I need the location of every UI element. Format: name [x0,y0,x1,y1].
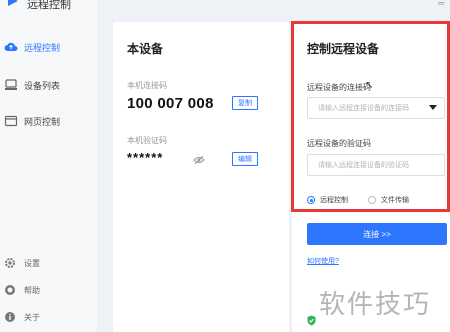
settings-button[interactable]: 设置 [0,253,97,273]
cloud-icon [4,40,18,54]
show-password-icon[interactable] [193,152,205,170]
device-id-value: 100 007 008 [127,95,214,112]
dropdown-arrow-icon[interactable] [429,105,437,110]
about-label: 关于 [24,312,40,322]
help-button[interactable]: 帮助 [0,280,97,300]
sidebar: 远程控制 远程控制 设备列表 网页控制 设置 帮助 关于 [0,0,97,332]
radio-remote-control-label: 远程控制 [320,197,348,204]
remote-code-placeholder: 请输入远程连接设备的验证码 [318,162,409,169]
sidebar-item-web-control[interactable]: 网页控制 [0,108,97,134]
info-icon [4,311,16,323]
radio-remote-control[interactable]: 远程控制 [307,195,348,205]
app-title: 远程控制 [27,0,71,11]
sidebar-item-label: 网页控制 [24,116,61,127]
how-to-use-link[interactable]: 如何使用? [307,256,339,266]
radio-file-transfer[interactable]: 文件传输 [368,195,409,205]
this-device-panel: 本设备 本机连接码 100 007 008 复制 本机验证码 ****** 编辑 [113,22,289,332]
settings-label: 设置 [24,258,40,268]
help-label: 帮助 [24,285,40,295]
devices-icon [4,78,18,92]
window-menu-icon[interactable]: ═ [438,0,444,8]
web-icon [4,114,18,128]
mouse-cursor-icon: ↖ [365,80,374,91]
connect-button[interactable]: 连接 >> [307,223,447,245]
remote-code-input[interactable]: 请输入远程连接设备的验证码 [307,154,445,176]
radio-file-transfer-label: 文件传输 [381,197,409,204]
radio-checked-icon [307,196,315,204]
sidebar-item-remote-control[interactable]: 远程控制 [0,34,97,60]
remote-id-input[interactable]: 请输入远程连接设备的连接码 [307,97,445,119]
device-code-value: ****** [127,150,164,165]
remote-id-placeholder: 请输入远程连接设备的连接码 [318,105,409,112]
device-code-label: 本机验证码 [127,136,167,145]
sidebar-item-label: 设备列表 [24,80,61,91]
sidebar-item-label: 远程控制 [24,42,61,53]
sidebar-item-device-list[interactable]: 设备列表 [0,72,97,98]
edit-button[interactable]: 编辑 [232,152,258,166]
copy-button[interactable]: 复制 [232,96,258,110]
about-button[interactable]: 关于 [0,307,97,327]
app-logo-icon [6,0,20,8]
radio-unchecked-icon [368,196,376,204]
watermark-text: 软件技巧 [319,290,432,320]
help-icon [4,284,16,296]
this-device-title: 本设备 [127,42,164,56]
remote-id-label: 远程设备的连接码 [307,83,371,92]
remote-code-label: 远程设备的验证码 [307,139,371,148]
gear-icon [4,257,16,269]
device-id-label: 本机连接码 [127,81,167,90]
remote-panel-title: 控制远程设备 [307,42,380,56]
shield-icon [307,313,316,331]
